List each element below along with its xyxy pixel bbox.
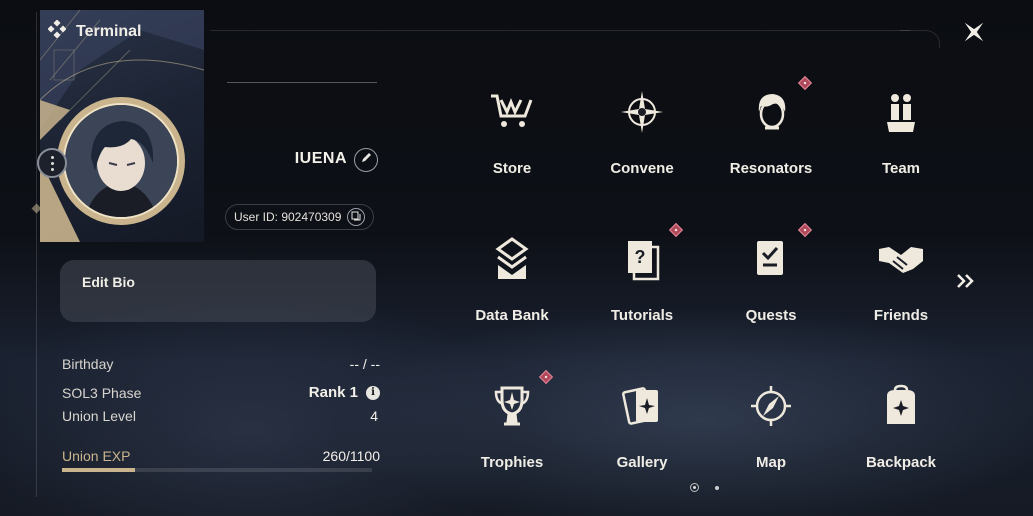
menu-item-label: Convene xyxy=(610,160,674,177)
question-card-icon: ? xyxy=(618,235,666,283)
close-button[interactable] xyxy=(958,18,990,50)
compass-star-icon xyxy=(618,88,666,136)
trophy-icon xyxy=(488,382,536,430)
terminal-title-text: Terminal xyxy=(76,22,142,40)
phase-value-wrap: Rank 1 i xyxy=(309,384,380,401)
data-bank-icon xyxy=(488,235,536,283)
menu-item-store[interactable]: Store xyxy=(447,72,577,192)
birthday-label: Birthday xyxy=(62,355,114,372)
more-vertical-icon xyxy=(50,154,54,172)
menu-item-quests[interactable]: Quests xyxy=(706,219,836,339)
union-level-value: 4 xyxy=(370,407,378,424)
page-indicator xyxy=(690,483,719,492)
svg-text:?: ? xyxy=(635,247,646,267)
avatar-portrait xyxy=(65,105,177,217)
user-id-pill: User ID: 902470309 xyxy=(225,204,375,230)
menu-item-label: Tutorials xyxy=(610,307,674,324)
phase-label: SOL3 Phase xyxy=(62,384,142,401)
pencil-icon xyxy=(360,151,372,169)
top-divider xyxy=(210,30,910,31)
avatar xyxy=(63,103,179,219)
menu-item-map[interactable]: Map xyxy=(706,366,836,486)
profile-more-button[interactable] xyxy=(37,148,67,178)
page-dot-1[interactable] xyxy=(690,483,699,492)
union-exp-bar xyxy=(62,468,372,472)
character-head-icon xyxy=(747,88,795,136)
union-exp-value: 260/1100 xyxy=(322,447,380,464)
union-level-row: Union Level 4 xyxy=(62,404,380,427)
user-id-text: User ID: 902470309 xyxy=(234,210,342,224)
backpack-icon xyxy=(877,382,925,430)
cart-icon xyxy=(488,88,536,136)
menu-item-gallery[interactable]: Gallery xyxy=(577,366,707,486)
menu-item-label: Map xyxy=(756,454,786,471)
notification-badge-icon xyxy=(797,75,813,91)
menu-item-convene[interactable]: Convene xyxy=(577,72,707,192)
close-star-icon xyxy=(960,18,988,51)
menu-item-label: Data Bank xyxy=(475,307,549,324)
union-exp-fill xyxy=(62,468,136,472)
phase-row: SOL3 Phase Rank 1 i xyxy=(62,381,380,404)
menu-item-label: Quests xyxy=(745,307,797,324)
menu-item-trophies[interactable]: Trophies xyxy=(447,366,577,486)
union-exp-row: Union EXP 260/1100 xyxy=(62,444,380,467)
notification-badge-icon xyxy=(538,369,554,385)
map-compass-icon xyxy=(747,382,795,430)
next-page-button[interactable] xyxy=(953,270,979,296)
menu-item-team[interactable]: Team xyxy=(836,72,966,192)
menu-item-data-bank[interactable]: Data Bank xyxy=(447,219,577,339)
union-level-label: Union Level xyxy=(62,407,136,424)
menu-item-label: Trophies xyxy=(480,454,544,471)
top-divider-corner xyxy=(900,30,940,48)
copy-id-button[interactable] xyxy=(347,208,366,226)
left-rail-line xyxy=(36,12,37,497)
menu-item-label: Gallery xyxy=(616,454,668,471)
cards-icon xyxy=(618,382,666,430)
info-icon[interactable]: i xyxy=(366,385,380,400)
birthday-row: Birthday -- / -- xyxy=(62,352,380,375)
edit-bio-button[interactable]: Edit Bio xyxy=(60,260,376,322)
menu-item-label: Resonators xyxy=(729,160,813,177)
diamond-cluster-icon xyxy=(47,19,67,43)
menu-item-friends[interactable]: Friends xyxy=(836,219,966,339)
avatar-frame[interactable] xyxy=(57,97,185,225)
menu-item-label: Team xyxy=(881,160,921,177)
birthday-value: -- / -- xyxy=(349,355,380,372)
notification-badge-icon xyxy=(797,222,813,238)
menu-item-label: Store xyxy=(492,160,532,177)
terminal-title: Terminal xyxy=(47,19,142,43)
profile-stats: Birthday -- / -- SOL3 Phase Rank 1 i Uni… xyxy=(62,352,380,472)
notification-badge-icon xyxy=(668,222,684,238)
menu-item-tutorials[interactable]: ? Tutorials xyxy=(577,219,707,339)
menu-item-backpack[interactable]: Backpack xyxy=(836,366,966,486)
menu-item-label: Friends xyxy=(873,307,929,324)
union-exp-label: Union EXP xyxy=(62,447,131,464)
menu-item-label: Backpack xyxy=(865,454,937,471)
username: IUENA xyxy=(294,150,347,167)
page-dot-2[interactable] xyxy=(715,485,719,490)
edit-name-button[interactable] xyxy=(354,148,378,172)
menu-item-resonators[interactable]: Resonators xyxy=(706,72,836,192)
double-chevron-right-icon xyxy=(956,273,976,294)
copy-icon xyxy=(351,210,361,224)
name-divider xyxy=(227,82,377,83)
checklist-icon xyxy=(747,235,795,283)
handshake-icon xyxy=(877,235,925,283)
phase-value: Rank 1 xyxy=(308,384,358,401)
edit-bio-label: Edit Bio xyxy=(82,274,135,290)
team-figures-icon xyxy=(877,88,925,136)
